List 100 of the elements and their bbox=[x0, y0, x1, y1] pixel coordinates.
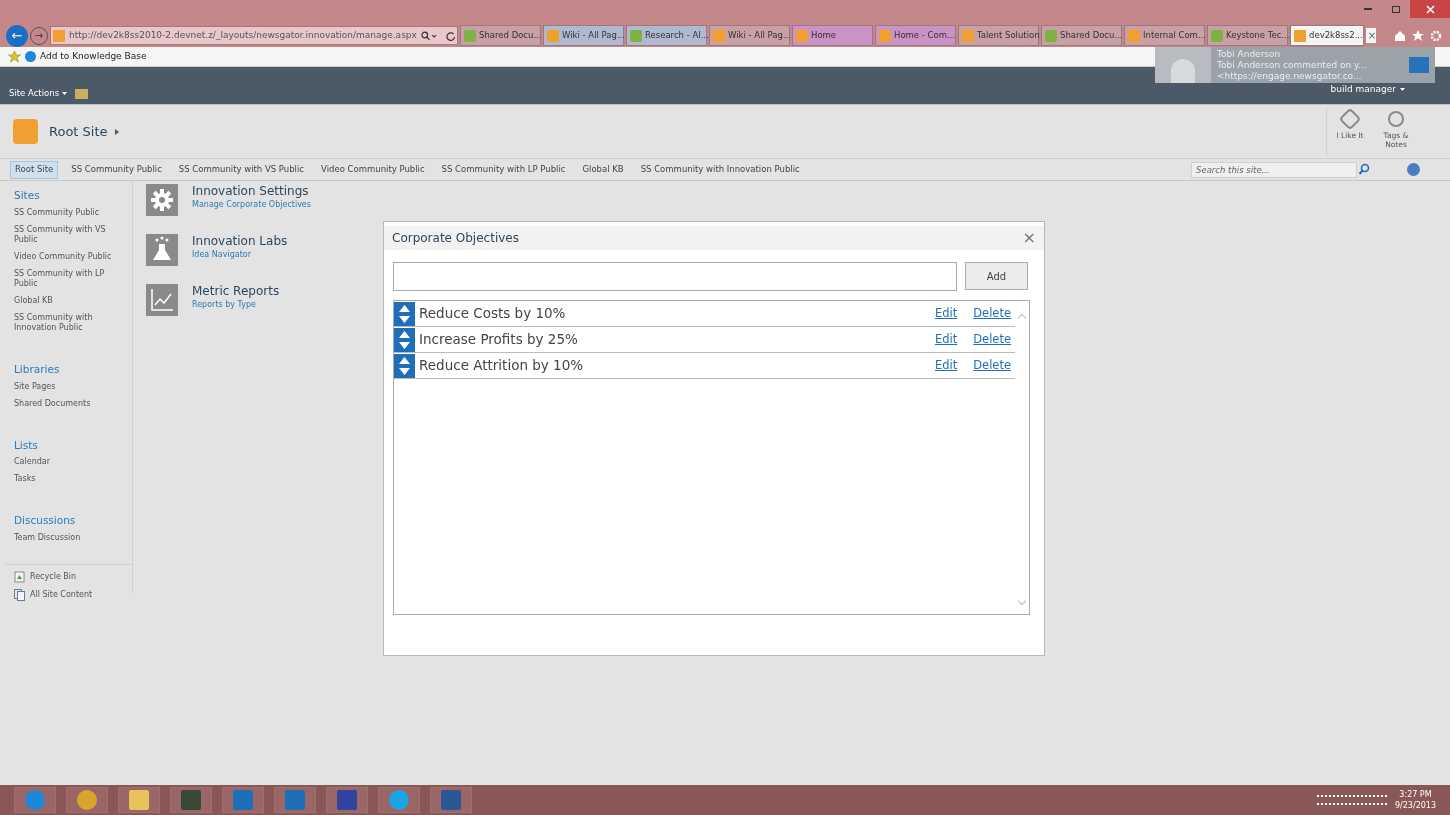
back-button[interactable]: ← bbox=[6, 24, 28, 47]
folder-icon[interactable] bbox=[75, 88, 89, 99]
sidebar-link[interactable]: Tasks bbox=[14, 474, 123, 485]
feature-link[interactable]: Manage Corporate Objectives bbox=[192, 199, 311, 211]
notification-title: Tobi Anderson bbox=[1217, 48, 1282, 60]
notification-text: <https://engage.newsgator.co... bbox=[1217, 70, 1363, 82]
settings-icon[interactable] bbox=[1430, 29, 1442, 42]
browser-tab[interactable]: Wiki - All Pag... bbox=[709, 25, 790, 46]
home-icon[interactable] bbox=[1394, 29, 1406, 42]
dialog-title: Corporate Objectives bbox=[392, 230, 519, 247]
browser-tab[interactable]: Internal Com... bbox=[1124, 25, 1205, 46]
nav-tab[interactable]: Global KB bbox=[578, 160, 628, 179]
search-icon[interactable] bbox=[1357, 162, 1371, 177]
objective-input[interactable] bbox=[393, 262, 957, 291]
clock-date[interactable]: 9/23/2013 bbox=[1394, 800, 1436, 811]
nav-tab[interactable]: SS Community with Innovation Public bbox=[636, 160, 804, 179]
sidebar-link[interactable]: Calendar bbox=[14, 457, 123, 468]
delete-link[interactable]: Delete bbox=[973, 330, 1011, 349]
search-field[interactable]: Search this site... bbox=[1191, 161, 1357, 178]
sidebar-footer-label: All Site Content bbox=[30, 589, 93, 601]
feature-link[interactable]: Idea Navigator bbox=[192, 249, 288, 261]
site-icon bbox=[796, 29, 808, 42]
address-field[interactable]: http://dev2k8ss2010-2.devnet.z/_layouts/newsgator.innovation/manage.aspx bbox=[50, 26, 458, 45]
all-site-content-link[interactable]: All Site Content bbox=[14, 589, 93, 601]
favorites-star-icon[interactable] bbox=[8, 50, 21, 63]
taskbar-app-icon[interactable] bbox=[430, 787, 472, 813]
site-icon bbox=[879, 29, 891, 42]
drag-handle-icon[interactable] bbox=[394, 327, 415, 352]
caret-icon bbox=[62, 92, 68, 96]
edit-link[interactable]: Edit bbox=[934, 304, 958, 323]
objective-text: Increase Profits by 25% bbox=[419, 330, 579, 350]
site-icon bbox=[1294, 29, 1306, 42]
sidebar-footer-label: Recycle Bin bbox=[30, 571, 77, 583]
star-icon[interactable] bbox=[1412, 29, 1424, 42]
browser-tab[interactable]: Shared Docu... bbox=[460, 25, 541, 46]
sidebar-link[interactable]: Video Community Public bbox=[14, 251, 123, 262]
sidebar-heading[interactable]: Lists bbox=[14, 437, 123, 454]
site-icon bbox=[1045, 29, 1057, 42]
site-actions-menu[interactable]: Site Actions bbox=[9, 87, 68, 100]
delete-link[interactable]: Delete bbox=[973, 304, 1011, 323]
user-menu[interactable]: build manager bbox=[1330, 82, 1405, 96]
sidebar-link[interactable]: SS Community with VS Public bbox=[14, 224, 123, 245]
feature-title: Innovation Labs bbox=[192, 234, 288, 249]
sidebar-link[interactable]: SS Community with LP Public bbox=[14, 268, 123, 289]
feature-link[interactable]: Reports by Type bbox=[192, 299, 280, 311]
favorite-link[interactable]: Add to Knowledge Base bbox=[25, 49, 147, 64]
edit-link[interactable]: Edit bbox=[934, 330, 958, 349]
nav-tab[interactable]: SS Community Public bbox=[67, 160, 166, 179]
edit-link[interactable]: Edit bbox=[934, 356, 958, 375]
sidebar-heading[interactable]: Discussions bbox=[14, 513, 123, 529]
nav-tab[interactable]: SS Community with VS Public bbox=[174, 160, 309, 179]
taskbar-app-icon[interactable] bbox=[326, 787, 368, 813]
caret-icon bbox=[1400, 87, 1405, 91]
site-icon bbox=[1211, 29, 1223, 42]
browser-tab[interactable]: Home - Com... bbox=[875, 25, 956, 46]
nav-tab[interactable]: Video Community Public bbox=[317, 160, 429, 179]
browser-tab[interactable]: Talent Solution bbox=[958, 25, 1039, 46]
close-window-button[interactable] bbox=[1410, 0, 1450, 18]
sidebar-link[interactable]: SS Community Public bbox=[14, 207, 123, 218]
sidebar-link[interactable]: Global KB bbox=[14, 295, 123, 306]
objective-text: Reduce Costs by 10% bbox=[419, 304, 567, 324]
notification-text: Tobi Anderson commented on y... bbox=[1217, 59, 1368, 71]
close-icon bbox=[1425, 4, 1435, 14]
browser-tab[interactable]: Keystone Tec... bbox=[1207, 25, 1288, 46]
gear-icon bbox=[146, 184, 178, 216]
sidebar-link[interactable]: Team Discussion bbox=[14, 533, 123, 543]
site-icon bbox=[630, 29, 642, 42]
browser-tab[interactable]: Wiki - All Pag... bbox=[543, 25, 624, 46]
sidebar-link[interactable]: SS Community with Innovation Public bbox=[14, 312, 123, 333]
taskbar-app-icon[interactable] bbox=[378, 787, 420, 813]
site-icon bbox=[1128, 29, 1140, 42]
sidebar-link[interactable]: Shared Documents bbox=[14, 398, 123, 409]
nav-tab[interactable]: Root Site bbox=[10, 160, 59, 179]
objective-text: Reduce Attrition by 10% bbox=[419, 356, 585, 376]
site-title[interactable]: Root Site bbox=[49, 121, 108, 142]
delete-link[interactable]: Delete bbox=[973, 356, 1011, 375]
close-button[interactable]: × bbox=[1022, 230, 1036, 246]
sidebar-heading[interactable]: Libraries bbox=[14, 361, 123, 378]
site-logo bbox=[13, 119, 38, 144]
caret-icon bbox=[114, 128, 119, 135]
sidebar-link[interactable]: Site Pages bbox=[14, 381, 123, 392]
sidebar-heading[interactable]: Sites bbox=[14, 188, 123, 204]
refresh-icon[interactable] bbox=[445, 30, 455, 41]
chart-icon bbox=[146, 284, 178, 316]
nav-tab[interactable]: SS Community with LP Public bbox=[437, 160, 570, 179]
browser-tab[interactable]: Shared Docu... bbox=[1041, 25, 1122, 46]
browser-tab[interactable]: Research - Al... bbox=[626, 25, 707, 46]
recycle-bin-link[interactable]: Recycle Bin bbox=[14, 571, 77, 583]
drag-handle-icon[interactable] bbox=[394, 301, 415, 326]
site-icon bbox=[53, 29, 65, 42]
clock-time[interactable]: 3:27 PM bbox=[1399, 789, 1432, 800]
drag-handle-icon[interactable] bbox=[394, 353, 415, 378]
taskbar-app-icon[interactable] bbox=[118, 787, 160, 813]
site-icon bbox=[713, 29, 725, 42]
trash-icon bbox=[14, 571, 25, 583]
close-tab-button[interactable]: × bbox=[1365, 28, 1377, 43]
taskbar-app-icon[interactable] bbox=[170, 787, 212, 813]
add-button[interactable]: Add bbox=[965, 262, 1028, 290]
browser-tab[interactable]: Home bbox=[792, 25, 873, 46]
taskbar-app-icon[interactable] bbox=[66, 787, 108, 813]
